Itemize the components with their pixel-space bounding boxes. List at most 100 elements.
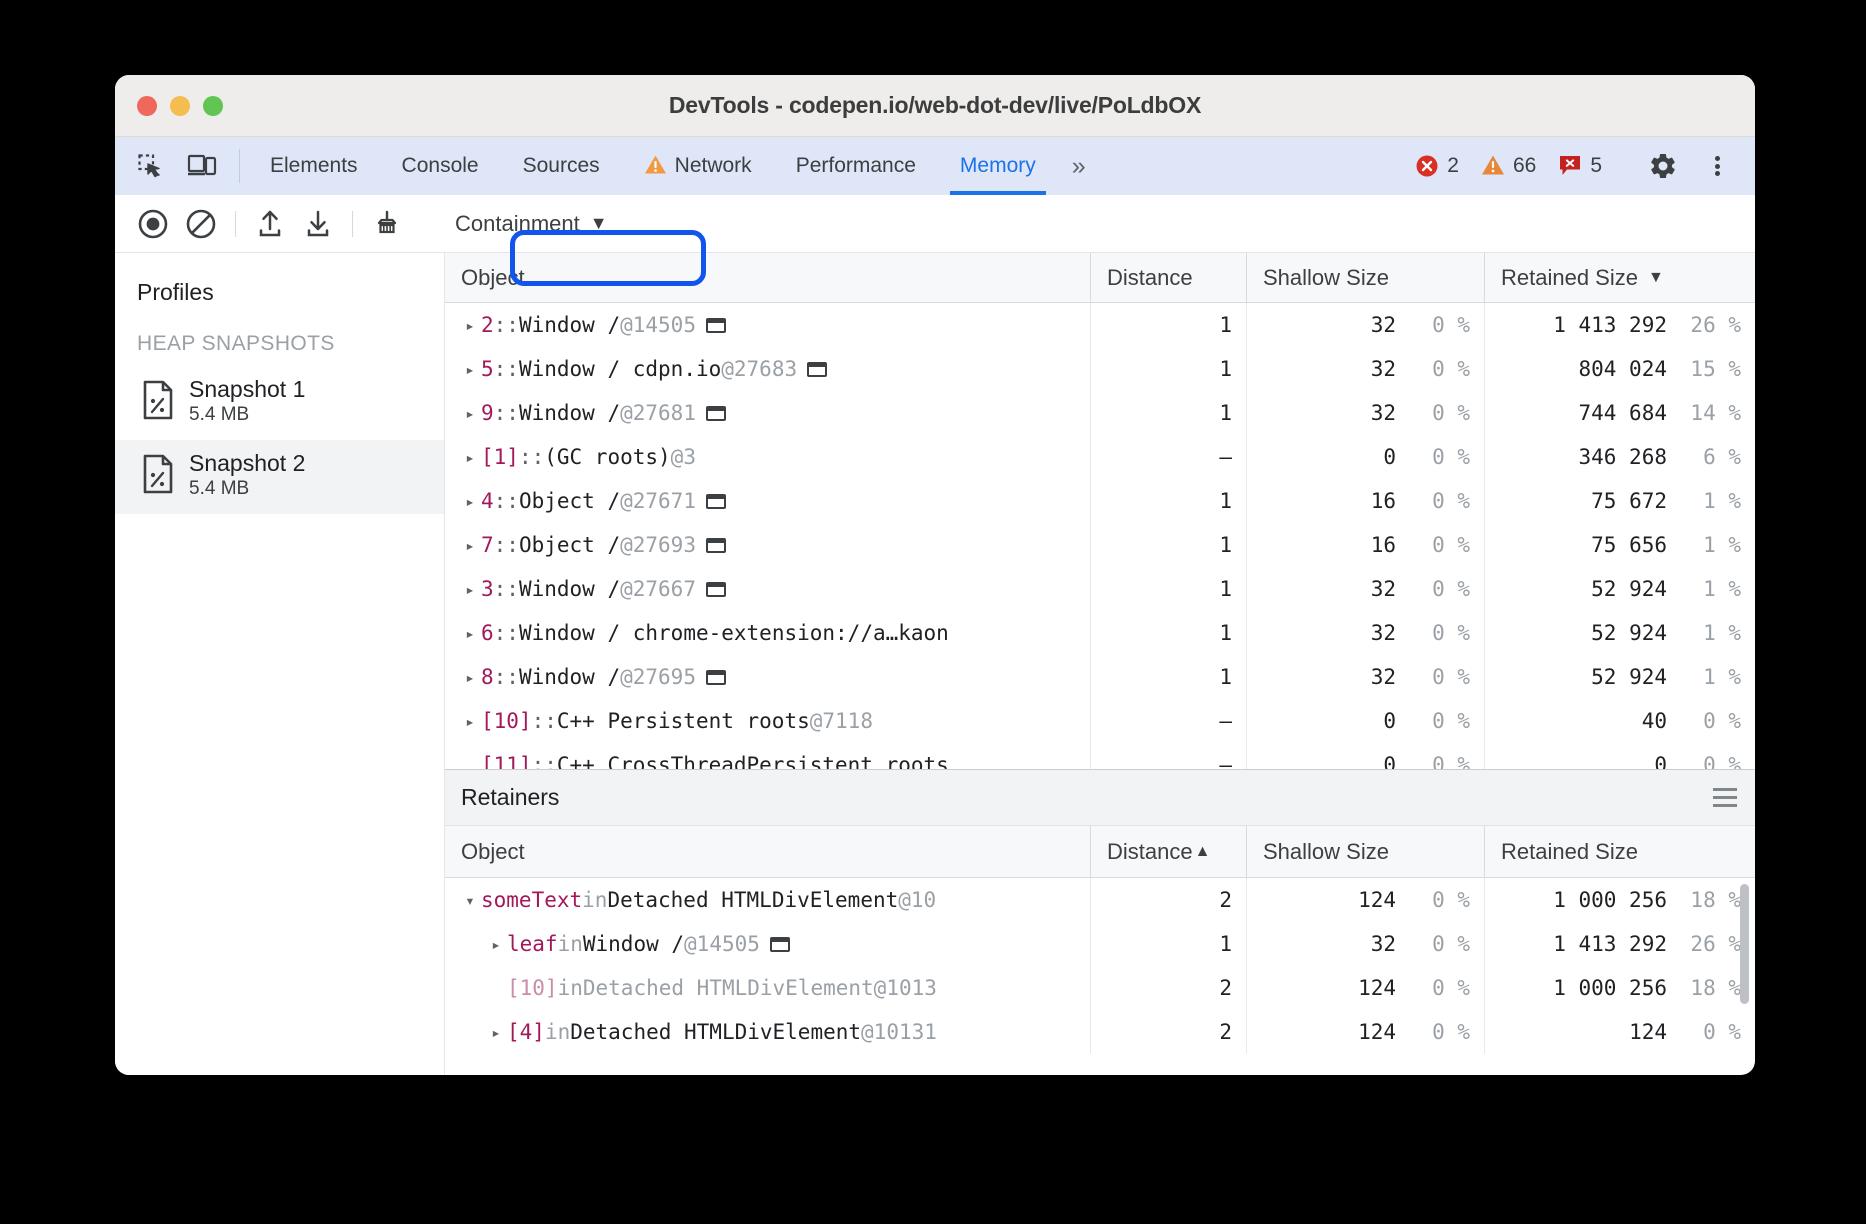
table-row[interactable]: ▸9 :: Window / @276811320 %744 68414 %	[445, 391, 1755, 435]
error-counter[interactable]: 2	[1407, 154, 1467, 179]
table-row[interactable]: ▸4 :: Object / @276711160 %75 6721 %	[445, 479, 1755, 523]
close-window-button[interactable]	[137, 96, 157, 116]
row-object-name: Window /	[583, 932, 684, 956]
table-row[interactable]: ▸[4] in Detached HTMLDivElement @1013121…	[445, 1010, 1755, 1054]
cell-retained-size-percent: 1 %	[1667, 621, 1741, 645]
table-row[interactable]: ▸6 :: Window / chrome-extension://a…kaon…	[445, 611, 1755, 655]
collapsed-triangle-icon[interactable]: ▸	[459, 624, 481, 643]
table-row[interactable]: ▸[10] :: C++ Persistent roots @7118–00 %…	[445, 699, 1755, 743]
collapsed-triangle-icon[interactable]: ▸	[459, 404, 481, 423]
warning-triangle-icon	[644, 154, 667, 178]
tab-console[interactable]: Console	[380, 137, 501, 195]
column-header-shallow-size[interactable]: Shallow Size	[1247, 826, 1485, 877]
collapsed-triangle-icon[interactable]: ▸	[459, 536, 481, 555]
tab-network[interactable]: Network	[622, 137, 774, 195]
column-header-retained-size[interactable]: Retained Size ▼	[1485, 253, 1755, 302]
record-heap-snapshot-icon[interactable]	[129, 200, 177, 248]
cell-retained-size: 1240 %	[1485, 1010, 1755, 1054]
device-toolbar-icon[interactable]	[181, 145, 223, 187]
column-header-object[interactable]: Object	[445, 253, 1091, 302]
cell-object: ▸2 :: Window / @14505	[445, 303, 1091, 347]
retainers-rows-inner: ▾someText in Detached HTMLDivElement @10…	[445, 878, 1755, 1054]
view-mode-select[interactable]: Containment ▼	[439, 206, 622, 242]
more-options-kebab-icon[interactable]	[1693, 154, 1741, 179]
cell-object: ▸[10] in Detached HTMLDivElement @1013	[445, 966, 1091, 1010]
snapshot-item-2[interactable]: Snapshot 2 5.4 MB	[115, 440, 444, 514]
column-header-shallow-size[interactable]: Shallow Size	[1247, 253, 1485, 302]
cell-shallow-size-value: 124	[1358, 976, 1396, 1000]
retainers-scrollbar[interactable]	[1739, 878, 1753, 1054]
row-object-id: @27693	[620, 533, 696, 557]
cell-retained-size: 1 000 25618 %	[1485, 966, 1755, 1010]
table-row[interactable]: ▸[1] :: (GC roots) @3–00 %346 2686 %	[445, 435, 1755, 479]
settings-gear-icon[interactable]	[1639, 151, 1687, 181]
row-index-label: leaf	[507, 932, 558, 956]
minimize-window-button[interactable]	[170, 96, 190, 116]
collect-garbage-icon[interactable]	[363, 200, 411, 248]
row-object-name: Window /	[519, 665, 620, 689]
cell-shallow-size-value: 0	[1383, 445, 1396, 469]
cell-retained-size-value: 1 000 256	[1553, 976, 1667, 1000]
table-row[interactable]: ▸leaf in Window / @145051320 %1 413 2922…	[445, 922, 1755, 966]
column-header-retained-size[interactable]: Retained Size	[1485, 826, 1755, 877]
more-tabs-chevron-icon[interactable]: »	[1058, 137, 1100, 195]
expanded-triangle-icon[interactable]: ▾	[459, 891, 481, 910]
collapsed-triangle-icon[interactable]: ▸	[459, 360, 481, 379]
table-row[interactable]: ▸8 :: Window / @276951320 %52 9241 %	[445, 655, 1755, 699]
collapsed-triangle-icon[interactable]: ▸	[459, 712, 481, 731]
table-row[interactable]: ▾someText in Detached HTMLDivElement @10…	[445, 878, 1755, 922]
cell-shallow-size: 320 %	[1247, 391, 1485, 435]
row-object-id: @27667	[620, 577, 696, 601]
cell-distance: 2	[1091, 1010, 1247, 1054]
row-separator-label: in	[558, 976, 583, 1000]
save-profile-icon[interactable]	[294, 200, 342, 248]
cell-distance: 1	[1091, 655, 1247, 699]
table-row[interactable]: ▸2 :: Window / @145051320 %1 413 29226 %	[445, 303, 1755, 347]
issues-counter[interactable]: 5	[1550, 154, 1610, 178]
cell-retained-size: 75 6721 %	[1485, 479, 1755, 523]
maximize-window-button[interactable]	[203, 96, 223, 116]
table-row[interactable]: ▸5 :: Window / cdpn.io @276831320 %804 0…	[445, 347, 1755, 391]
collapsed-triangle-icon[interactable]: ▸	[485, 935, 507, 954]
inspect-element-icon[interactable]	[129, 145, 171, 187]
row-index-label: 5	[481, 357, 494, 381]
containment-grid-rows: ▸2 :: Window / @145051320 %1 413 29226 %…	[445, 303, 1755, 769]
collapsed-triangle-icon[interactable]: ▸	[459, 448, 481, 467]
table-row[interactable]: ▸[11] :: C++ CrossThreadPersistent roots…	[445, 743, 1755, 769]
load-profile-icon[interactable]	[246, 200, 294, 248]
column-label: Shallow Size	[1263, 265, 1389, 291]
hamburger-menu-icon[interactable]	[1713, 788, 1737, 807]
column-header-distance[interactable]: Distance ▲	[1091, 826, 1247, 877]
cell-object: ▸9 :: Window / @27681	[445, 391, 1091, 435]
cell-distance: 1	[1091, 922, 1247, 966]
table-row[interactable]: ▸3 :: Window / @276671320 %52 9241 %	[445, 567, 1755, 611]
collapsed-triangle-icon[interactable]: ▸	[459, 492, 481, 511]
warning-triangle-icon	[1481, 154, 1505, 178]
tab-label: Memory	[960, 154, 1036, 178]
retainers-scrollbar-thumb[interactable]	[1740, 884, 1749, 1004]
clear-icon[interactable]	[177, 200, 225, 248]
memory-panel-body: Profiles HEAP SNAPSHOTS Snapshot 1 5.4 M…	[115, 253, 1755, 1075]
collapsed-triangle-icon: ▸	[485, 979, 507, 998]
tab-sources[interactable]: Sources	[501, 137, 622, 195]
collapsed-triangle-icon[interactable]: ▸	[485, 1023, 507, 1042]
table-row[interactable]: ▸[10] in Detached HTMLDivElement @101321…	[445, 966, 1755, 1010]
tab-memory[interactable]: Memory	[938, 137, 1058, 195]
window-badge-icon	[706, 318, 726, 333]
cell-object: ▸7 :: Object / @27693	[445, 523, 1091, 567]
cell-distance: 1	[1091, 479, 1247, 523]
column-header-distance[interactable]: Distance	[1091, 253, 1247, 302]
cell-retained-size-percent: 6 %	[1667, 445, 1741, 469]
collapsed-triangle-icon[interactable]: ▸	[459, 580, 481, 599]
tab-performance[interactable]: Performance	[774, 137, 938, 195]
tab-elements[interactable]: Elements	[248, 137, 380, 195]
cell-shallow-size-value: 32	[1371, 577, 1396, 601]
snapshot-item-1[interactable]: Snapshot 1 5.4 MB	[115, 366, 444, 440]
row-index-label: 4	[481, 489, 494, 513]
cell-retained-size-value: 346 268	[1578, 445, 1667, 469]
warning-counter[interactable]: 66	[1473, 154, 1544, 178]
collapsed-triangle-icon[interactable]: ▸	[459, 668, 481, 687]
collapsed-triangle-icon[interactable]: ▸	[459, 316, 481, 335]
column-header-object[interactable]: Object	[445, 826, 1091, 877]
table-row[interactable]: ▸7 :: Object / @276931160 %75 6561 %	[445, 523, 1755, 567]
